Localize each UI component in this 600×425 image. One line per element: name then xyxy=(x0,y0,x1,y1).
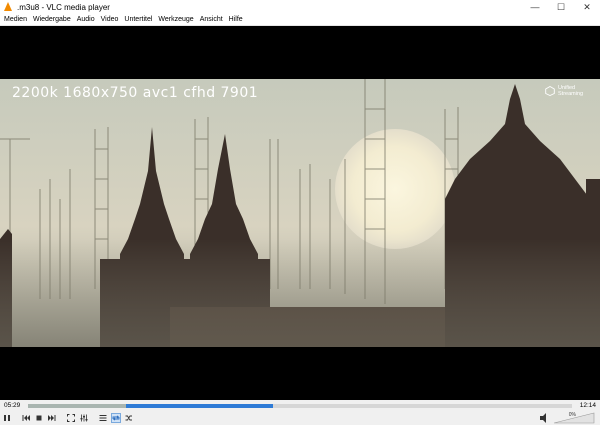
playback-controls xyxy=(2,412,137,424)
loop-button[interactable] xyxy=(111,413,121,423)
minimize-button[interactable]: — xyxy=(522,0,548,14)
close-button[interactable]: ✕ xyxy=(574,0,600,14)
stop-icon xyxy=(36,415,42,421)
speaker-icon[interactable] xyxy=(540,413,546,423)
seek-bar[interactable] xyxy=(28,404,572,408)
shuffle-button[interactable] xyxy=(124,413,134,423)
volume-percent: 0% xyxy=(568,412,576,418)
video-area[interactable]: 2200k 1680x750 avc1 cfhd 7901 Unified St… xyxy=(0,26,600,400)
seek-buffer xyxy=(28,404,126,408)
brand-text: Unified Streaming xyxy=(558,85,584,97)
window-controls: — ☐ ✕ xyxy=(522,0,600,14)
title-bar: .m3u8 - VLC media player — ☐ ✕ xyxy=(0,0,600,14)
loop-icon xyxy=(112,415,120,421)
previous-button[interactable] xyxy=(21,413,31,423)
video-frame: 2200k 1680x750 avc1 cfhd 7901 Unified St… xyxy=(0,79,600,347)
brand-watermark: Unified Streaming xyxy=(545,85,592,97)
menu-werkzeuge[interactable]: Werkzeuge xyxy=(155,16,196,23)
playlist-button[interactable] xyxy=(98,413,108,423)
next-button[interactable] xyxy=(47,413,57,423)
stream-info-overlay: 2200k 1680x750 avc1 cfhd 7901 xyxy=(12,85,259,101)
play-icon xyxy=(4,415,10,421)
menu-ansicht[interactable]: Ansicht xyxy=(197,16,226,23)
menu-wiedergabe[interactable]: Wiedergabe xyxy=(30,16,74,23)
fullscreen-icon xyxy=(67,414,75,422)
fullscreen-button[interactable] xyxy=(66,413,76,423)
playlist-icon xyxy=(99,415,107,421)
previous-icon xyxy=(22,415,30,421)
play-button[interactable] xyxy=(2,413,12,423)
total-time: 12:14 xyxy=(579,402,596,409)
menu-medien[interactable]: Medien xyxy=(0,16,30,23)
menu-hilfe[interactable]: Hilfe xyxy=(226,16,246,23)
extended-settings-button[interactable] xyxy=(79,413,89,423)
shuffle-icon xyxy=(125,415,132,421)
next-icon xyxy=(48,415,56,421)
controls-bar: 05:29 12:14 0% xyxy=(0,400,600,425)
maximize-button[interactable]: ☐ xyxy=(548,0,574,14)
menu-untertitel[interactable]: Untertitel xyxy=(121,16,155,23)
vlc-cone-icon xyxy=(3,2,13,12)
menu-audio[interactable]: Audio xyxy=(74,16,98,23)
extended-settings-icon xyxy=(80,414,88,422)
volume-control[interactable]: 0% xyxy=(540,412,596,424)
window-title: .m3u8 - VLC media player xyxy=(17,2,110,12)
menu-bar: Medien Wiedergabe Audio Video Untertitel… xyxy=(0,14,600,26)
elapsed-time: 05:29 xyxy=(4,402,21,409)
brand-logo-icon xyxy=(545,86,555,96)
menu-video[interactable]: Video xyxy=(98,16,122,23)
video-scene xyxy=(0,79,600,347)
stop-button[interactable] xyxy=(34,413,44,423)
